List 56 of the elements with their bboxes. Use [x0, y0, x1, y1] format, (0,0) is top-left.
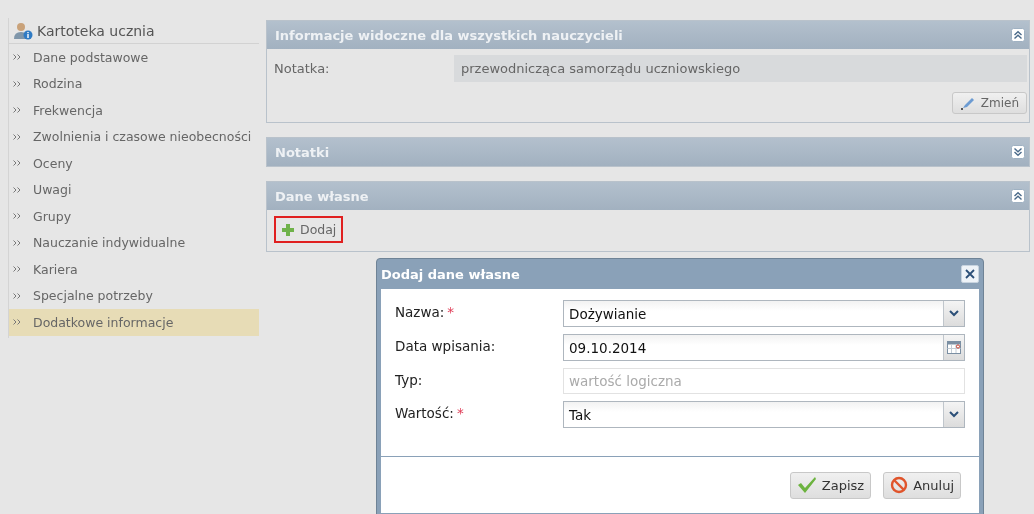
dialog-title: Dodaj dane własne	[381, 266, 520, 282]
sidebar-item[interactable]: Dodatkowe informacje	[9, 309, 259, 336]
field-label: Data wpisania:	[395, 338, 496, 354]
sidebar-item[interactable]: Dane podstawowe	[9, 44, 259, 71]
close-icon	[965, 269, 975, 279]
plus-icon	[281, 222, 295, 237]
dropdown[interactable]: Tak	[563, 401, 965, 428]
user-info-icon	[13, 21, 33, 40]
required-mark: *	[456, 405, 464, 421]
calendar-icon[interactable]	[947, 341, 961, 354]
sidebar-title: Kartoteka ucznia	[37, 22, 155, 39]
input-field: wartość logiczna	[563, 368, 965, 394]
panel-title: Dane własne	[275, 188, 369, 204]
chevron-icon	[13, 80, 21, 87]
chevron-icon	[13, 133, 21, 140]
chevron-icon	[13, 213, 21, 220]
chevron-icon	[13, 54, 21, 61]
field-label: Nazwa:	[395, 304, 445, 320]
chevron-icon	[13, 107, 21, 114]
prohibited-icon	[890, 476, 909, 494]
sidebar-item[interactable]: Rodzina	[9, 70, 259, 97]
chevron-icon	[13, 186, 21, 193]
add-button[interactable]: Dodaj	[274, 216, 344, 243]
required-mark: *	[447, 304, 455, 320]
field-label: Notatka:	[274, 61, 331, 76]
save-button[interactable]: Zapisz	[789, 471, 872, 499]
sidebar-item[interactable]: Uwagi	[9, 176, 259, 203]
field-label: Typ:	[395, 372, 423, 388]
note-field: przewodnicząca samorządu uczniowskiego	[454, 55, 1027, 82]
dropdown[interactable]: Dożywianie	[563, 300, 965, 327]
chevron-icon	[13, 266, 21, 273]
checkmark-icon	[796, 476, 817, 494]
panel-title: Informacje widoczne dla wszystkich nauczycieli	[275, 27, 623, 43]
date-field[interactable]: 09.10.2014	[563, 334, 965, 361]
field-label: Wartość:	[395, 405, 454, 421]
cancel-button[interactable]: Anuluj	[883, 471, 961, 499]
sidebar-item[interactable]: Grupy	[9, 203, 259, 230]
edit-button[interactable]: Zmień	[951, 92, 1027, 114]
sidebar-item[interactable]: Specjalne potrzeby	[9, 282, 259, 309]
chevron-icon	[13, 292, 21, 299]
chevron-icon	[13, 319, 21, 326]
expand-icon[interactable]	[1011, 145, 1025, 159]
sidebar-item[interactable]: Frekwencja	[9, 97, 259, 124]
pencil-icon	[959, 96, 976, 110]
sidebar-item[interactable]: Nauczanie indywidualne	[9, 229, 259, 256]
collapse-icon[interactable]	[1011, 189, 1025, 203]
chevron-icon	[13, 239, 21, 246]
close-button[interactable]	[961, 265, 979, 283]
sidebar-item[interactable]: Kariera	[9, 256, 259, 283]
sidebar-item[interactable]: Oceny	[9, 150, 259, 177]
panel-title: Notatki	[275, 144, 330, 160]
chevron-icon	[13, 160, 21, 167]
sidebar-item[interactable]: Zwolnienia i czasowe nieobecności	[9, 123, 259, 150]
caret-icon	[949, 310, 959, 317]
collapse-icon[interactable]	[1011, 28, 1025, 42]
caret-icon	[949, 411, 959, 418]
